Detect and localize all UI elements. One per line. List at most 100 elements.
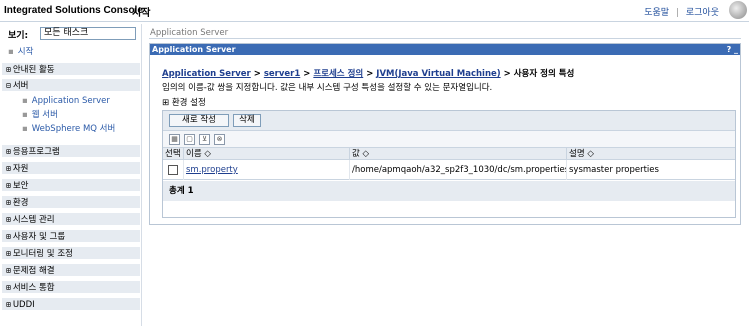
nav-label: 모니터링 및 조정 [12,249,73,259]
breadcrumb-jvm[interactable]: JVM(Java Virtual Machine) [376,69,500,79]
row-select-cell [163,160,183,180]
nav-label: 서비스 통합 [12,283,55,293]
nav-troubleshooting[interactable]: ⊞ 문제점 해결 [2,264,140,277]
ibm-logo-icon [729,1,747,19]
row-description-cell: sysmaster properties [566,160,735,180]
nav-uddi[interactable]: ⊞ UDDI [2,298,140,311]
total-count: 총계 1 [163,181,735,201]
bullet-icon: ▪ [22,124,28,134]
expand-icon: ⊞ [6,164,11,173]
breadcrumb-separator: > [366,69,374,79]
home-link[interactable]: 시작 [132,4,150,19]
nav-label: 서버 [12,81,29,91]
nav-security[interactable]: ⊞ 보안 [2,179,140,192]
view-selector-row: 보기: 모든 태스크 [2,27,140,41]
nav-resources[interactable]: ⊞ 자원 [2,162,140,175]
nav-label: 자원 [12,164,29,174]
expand-icon: ⊞ [6,181,11,190]
nav-start-label: 시작 [17,47,34,57]
breadcrumb: Application Server > server1 > 프로세스 정의 >… [162,67,574,79]
nav-monitoring-tuning[interactable]: ⊞ 모니터링 및 조정 [2,247,140,260]
logout-link[interactable]: 로그아웃 [686,8,719,18]
show-filter-icon[interactable]: ⊻ [199,134,210,145]
table-icon-bar: ▦ ▢ ⊻ ⊗ [163,131,735,148]
row-value-cell: /home/apmqaoh/a32_sp2f3_1030/dc/sm.prope… [349,160,566,180]
bullet-icon: ▪ [22,110,28,120]
nav-label: 환경 [12,198,29,208]
breadcrumb-application-server[interactable]: Application Server [162,69,251,79]
clear-filter-icon[interactable]: ⊗ [214,134,225,145]
nav-users-groups[interactable]: ⊞ 사용자 및 그룹 [2,230,140,243]
nav-label: 보안 [12,181,29,191]
page-context-title: Application Server [150,28,229,38]
view-select[interactable]: 모든 태스크 [40,27,136,40]
product-title: Integrated Solutions Console [4,5,143,16]
nav-service-integration[interactable]: ⊞ 서비스 통합 [2,281,140,294]
select-all-icon[interactable]: ▦ [169,134,180,145]
column-select: 선택 [165,149,181,159]
nav-label: 응용프로그램 [12,147,60,157]
row-checkbox[interactable] [168,165,178,175]
table-row: sm.property /home/apmqaoh/a32_sp2f3_1030… [163,160,735,180]
breadcrumb-current: 사용자 정의 특성 [513,69,575,79]
nav-label: 안내된 활동 [12,65,55,75]
bullet-icon: ▪ [8,47,14,57]
page-description: 임의의 이름-값 쌍을 지정합니다. 값은 내부 시스템 구성 특성을 설정할 … [162,83,493,93]
preferences-toggle[interactable]: ⊞ 환경 설정 [162,96,206,108]
nav-label: WebSphere MQ 서버 [31,124,116,134]
bullet-icon: ▪ [22,96,28,106]
column-description[interactable]: 설명 ◇ [566,148,735,160]
nav-label: 문제점 해결 [12,266,55,276]
expand-icon: ⊞ [6,283,11,292]
nav-label: 시스템 관리 [12,215,55,225]
deselect-all-icon[interactable]: ▢ [184,134,195,145]
column-name[interactable]: 이름 ◇ [183,148,349,160]
view-label: 보기: [8,31,29,41]
application-server-portlet: Application Server ? _ Application Serve… [149,43,741,225]
banner-links: 도움말 | 로그아웃 [644,5,719,18]
collapse-icon: ⊟ [6,81,11,90]
expand-icon: ⊞ [6,147,11,156]
custom-properties-table: 새로 작성 삭제 ▦ ▢ ⊻ ⊗ 선택 이름 ◇ 값 ◇ 설명 ◇ sm.pro… [162,110,736,218]
expand-icon: ⊞ [6,215,11,224]
delete-button[interactable]: 삭제 [233,114,261,127]
nav-environment[interactable]: ⊞ 환경 [2,196,140,209]
button-bar: 새로 작성 삭제 [163,111,735,131]
nav-websphere-mq-server[interactable]: ▪ WebSphere MQ 서버 [2,123,140,136]
table-header: 선택 이름 ◇ 값 ◇ 설명 ◇ [163,148,735,160]
breadcrumb-server1[interactable]: server1 [264,69,300,79]
breadcrumb-process-definition[interactable]: 프로세스 정의 [313,69,363,79]
portlet-title: Application Server [152,45,236,54]
breadcrumb-separator: > [503,69,511,79]
nav-application-server[interactable]: ▪ Application Server [2,95,140,108]
navigation-tree: 보기: 모든 태스크 ▪ 시작 ⊞ 안내된 활동 ⊟ 서버 ▪ Application … [0,24,142,326]
row-name-cell: sm.property [183,160,349,180]
breadcrumb-separator: > [303,69,311,79]
portlet-title-bar: Application Server ? _ [150,44,740,55]
divider [149,38,741,39]
property-name-link[interactable]: sm.property [186,165,238,175]
help-link[interactable]: 도움말 [644,8,669,18]
expand-icon: ⊞ [6,232,11,241]
expand-icon: ⊞ [6,266,11,275]
portlet-help-minimize-icon[interactable]: ? _ [727,44,738,55]
nav-label: UDDI [12,300,35,310]
breadcrumb-separator: > [253,69,261,79]
column-value[interactable]: 값 ◇ [349,148,566,160]
nav-applications[interactable]: ⊞ 응용프로그램 [2,145,140,158]
nav-guided-activities[interactable]: ⊞ 안내된 활동 [2,63,140,76]
nav-label: 웹 서버 [31,110,58,120]
expand-icon: ⊞ [6,65,11,74]
expand-icon: ⊞ [6,198,11,207]
nav-start[interactable]: ▪ 시작 [2,46,140,59]
nav-label: 사용자 및 그룹 [12,232,66,242]
top-banner: Integrated Solutions Console 시작 도움말 | 로그… [0,0,749,22]
banner-separator: | [675,8,679,18]
nav-system-administration[interactable]: ⊞ 시스템 관리 [2,213,140,226]
expand-icon: ⊞ [6,249,11,258]
nav-label: Application Server [31,96,110,106]
nav-servers[interactable]: ⊟ 서버 [2,79,140,92]
new-button[interactable]: 새로 작성 [169,114,229,127]
nav-web-server[interactable]: ▪ 웹 서버 [2,109,140,122]
expand-icon: ⊞ [6,300,11,309]
